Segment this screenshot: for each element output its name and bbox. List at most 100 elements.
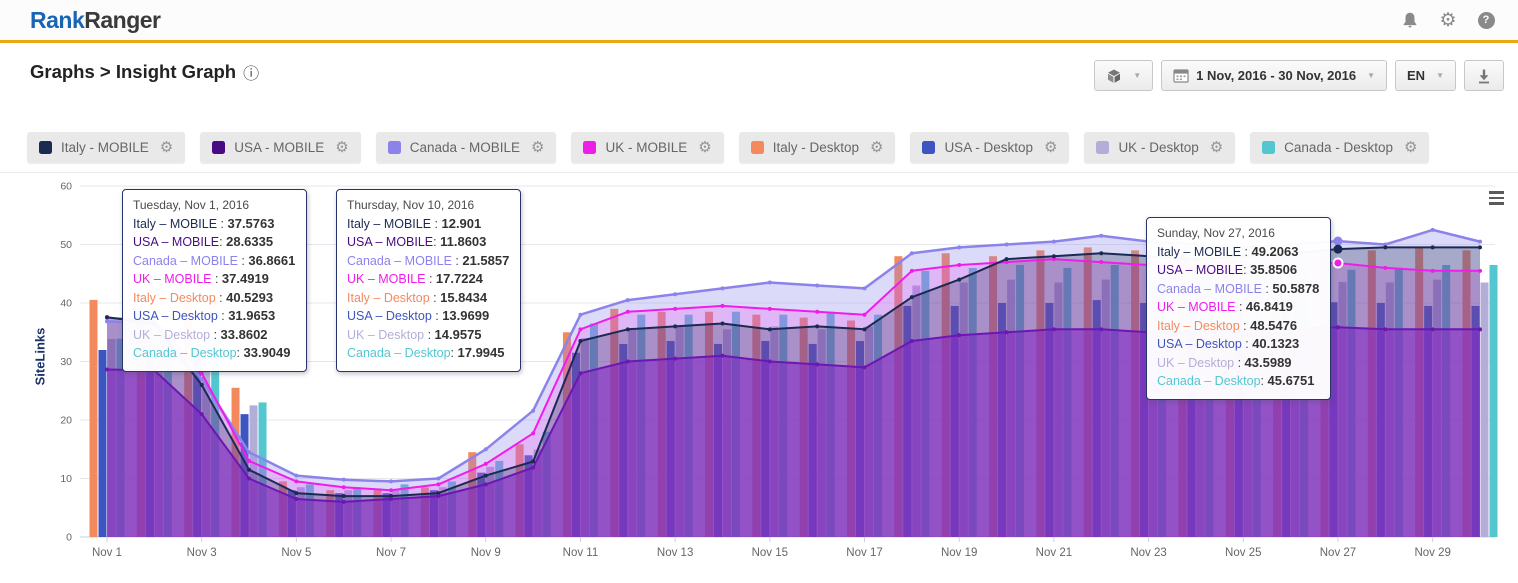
tooltip-row: Canada – Desktop: 33.9049 xyxy=(133,344,295,363)
help-icon[interactable]: ? xyxy=(1476,10,1496,30)
language-button[interactable]: EN ▼ xyxy=(1395,60,1456,91)
modules-button[interactable]: ▼ xyxy=(1094,60,1153,91)
tooltip-row: UK – MOBILE : 17.7224 xyxy=(347,270,509,289)
svg-text:30: 30 xyxy=(60,356,72,368)
caret-down-icon: ▼ xyxy=(1133,71,1141,80)
language-value: EN xyxy=(1407,68,1425,83)
tooltip-row: Canada – Desktop: 17.9945 xyxy=(347,344,509,363)
page-title: Graphs > Insight Graph xyxy=(30,61,236,83)
gear-icon[interactable]: ⚙ xyxy=(1438,10,1458,30)
legend-chip[interactable]: Italy - MOBILE ⚙ xyxy=(27,132,185,163)
chart-tooltip: Thursday, Nov 10, 2016Italy – MOBILE : 1… xyxy=(336,189,521,372)
logo-text-ranger: Ranger xyxy=(84,7,160,33)
series-swatch xyxy=(583,141,596,154)
tooltip-row: USA – Desktop : 31.9653 xyxy=(133,307,295,326)
bell-icon[interactable] xyxy=(1400,10,1420,30)
tooltip-row: UK – Desktop : 33.8602 xyxy=(133,326,295,345)
tooltip-date: Thursday, Nov 10, 2016 xyxy=(347,197,509,215)
caret-down-icon: ▼ xyxy=(1367,71,1375,80)
svg-text:Nov 25: Nov 25 xyxy=(1225,547,1261,559)
breadcrumb: Graphs > Insight Graph ⓘ xyxy=(30,60,259,84)
svg-text:Nov 23: Nov 23 xyxy=(1130,547,1166,559)
svg-text:Nov 27: Nov 27 xyxy=(1320,547,1356,559)
legend-chip[interactable]: Canada - Desktop ⚙ xyxy=(1250,132,1429,163)
chart-menu-icon[interactable] xyxy=(1489,191,1504,208)
chart-tooltip: Tuesday, Nov 1, 2016Italy – MOBILE : 37.… xyxy=(122,189,307,372)
tooltip-row: Italy – MOBILE : 49.2063 xyxy=(1157,243,1319,262)
header-icons: ⚙ ? xyxy=(1400,10,1496,30)
legend-chip[interactable]: USA - MOBILE ⚙ xyxy=(200,132,360,163)
series-settings-icon[interactable]: ⚙ xyxy=(335,140,348,155)
series-settings-icon[interactable]: ⚙ xyxy=(1044,140,1057,155)
series-label: Italy - MOBILE xyxy=(61,140,149,155)
legend-chip[interactable]: UK - MOBILE ⚙ xyxy=(571,132,723,163)
app-root: RankRanger ⚙ ? Graphs > Insight Graph ⓘ xyxy=(0,0,1518,572)
svg-text:50: 50 xyxy=(60,239,72,251)
chart-tooltip: Sunday, Nov 27, 2016Italy – MOBILE : 49.… xyxy=(1146,217,1331,400)
tooltip-date: Tuesday, Nov 1, 2016 xyxy=(133,197,295,215)
toolbar: ▼ 1 Nov, 2016 - 30 Nov, 2016 ▼ EN ▼ xyxy=(1094,60,1504,91)
svg-text:40: 40 xyxy=(60,298,72,310)
tooltip-row: Italy – Desktop : 15.8434 xyxy=(347,289,509,308)
tooltip-row: Italy – Desktop : 48.5476 xyxy=(1157,317,1319,336)
series-swatch xyxy=(922,141,935,154)
tooltip-row: UK – MOBILE : 37.4919 xyxy=(133,270,295,289)
tooltip-row: UK – Desktop : 14.9575 xyxy=(347,326,509,345)
tooltip-row: USA – MOBILE: 28.6335 xyxy=(133,233,295,252)
legend-chip[interactable]: USA - Desktop ⚙ xyxy=(910,132,1069,163)
series-swatch xyxy=(1262,141,1275,154)
series-settings-icon[interactable]: ⚙ xyxy=(160,140,173,155)
series-settings-icon[interactable]: ⚙ xyxy=(1210,140,1223,155)
highlight-marker xyxy=(1333,237,1342,246)
package-icon xyxy=(1106,68,1122,84)
series-settings-icon[interactable]: ⚙ xyxy=(1404,140,1417,155)
date-range-value: 1 Nov, 2016 - 30 Nov, 2016 xyxy=(1196,68,1356,83)
tooltip-row: USA – MOBILE: 35.8506 xyxy=(1157,261,1319,280)
series-settings-icon[interactable]: ⚙ xyxy=(870,140,883,155)
tooltip-row: Canada – MOBILE : 36.8661 xyxy=(133,252,295,271)
svg-text:Nov 5: Nov 5 xyxy=(281,547,311,559)
series-settings-icon[interactable]: ⚙ xyxy=(698,140,711,155)
legend-chip[interactable]: UK - Desktop⚙ xyxy=(1084,132,1235,163)
series-swatch xyxy=(212,141,225,154)
svg-text:Nov 17: Nov 17 xyxy=(846,547,882,559)
series-legend: Italy - MOBILE⚙USA - MOBILE⚙Canada - MOB… xyxy=(0,132,1518,163)
legend-chip[interactable]: Canada - MOBILE ⚙ xyxy=(376,132,557,163)
tooltip-row: USA – Desktop : 13.9699 xyxy=(347,307,509,326)
tooltip-row: Canada – MOBILE : 50.5878 xyxy=(1157,280,1319,299)
tooltip-row: Canada – MOBILE : 21.5857 xyxy=(347,252,509,271)
calendar-icon xyxy=(1173,68,1189,83)
tooltip-row: Italy – Desktop : 40.5293 xyxy=(133,289,295,308)
series-label: Canada - MOBILE xyxy=(410,140,520,155)
logo-text-rank: Rank xyxy=(30,7,84,33)
legend-chip[interactable]: Italy - Desktop⚙ xyxy=(739,132,896,163)
download-button[interactable] xyxy=(1464,60,1504,91)
svg-text:Nov 13: Nov 13 xyxy=(657,547,693,559)
series-label: USA - MOBILE xyxy=(234,140,324,155)
download-icon xyxy=(1476,68,1492,84)
legend-divider xyxy=(0,172,1518,173)
tooltip-row: Italy – MOBILE : 12.901 xyxy=(347,215,509,234)
caret-down-icon: ▼ xyxy=(1436,71,1444,80)
highlight-marker xyxy=(1333,258,1342,267)
svg-text:Nov 19: Nov 19 xyxy=(941,547,977,559)
tooltip-row: UK – Desktop : 43.5989 xyxy=(1157,354,1319,373)
series-label: USA - Desktop xyxy=(944,140,1033,155)
chart-area: SiteLinks 0102030405060Nov 1Nov 3Nov 5No… xyxy=(0,179,1518,572)
series-swatch xyxy=(39,141,52,154)
highlight-marker xyxy=(1333,245,1342,254)
series-swatch xyxy=(388,141,401,154)
series-label: Canada - Desktop xyxy=(1284,140,1393,155)
series-settings-icon[interactable]: ⚙ xyxy=(531,140,544,155)
series-swatch xyxy=(751,141,764,154)
rankranger-logo[interactable]: RankRanger xyxy=(30,7,161,34)
svg-text:20: 20 xyxy=(60,415,72,427)
svg-text:Nov 9: Nov 9 xyxy=(471,547,501,559)
tooltip-row: USA – Desktop : 40.1323 xyxy=(1157,335,1319,354)
tooltip-date: Sunday, Nov 27, 2016 xyxy=(1157,225,1319,243)
info-icon[interactable]: ⓘ xyxy=(243,60,259,84)
help-glyph: ? xyxy=(1478,12,1495,29)
series-swatch xyxy=(1096,141,1109,154)
series-label: UK - MOBILE xyxy=(605,140,687,155)
date-range-button[interactable]: 1 Nov, 2016 - 30 Nov, 2016 ▼ xyxy=(1161,60,1387,91)
